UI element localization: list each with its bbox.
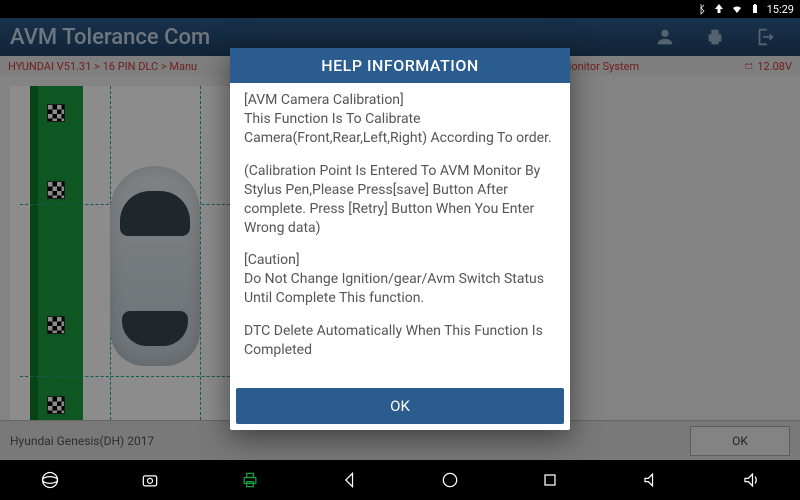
dialog-title: HELP INFORMATION	[230, 48, 570, 83]
camera-icon[interactable]	[130, 465, 170, 495]
dialog-ok-button[interactable]: OK	[236, 388, 564, 424]
volume-down-icon[interactable]	[630, 465, 670, 495]
back-icon[interactable]	[330, 465, 370, 495]
browser-icon[interactable]	[30, 465, 70, 495]
dialog-body: [AVM Camera Calibration] This Function I…	[230, 83, 570, 382]
battery-icon	[749, 3, 761, 15]
status-time: 15:29	[767, 3, 794, 16]
location-icon	[713, 3, 725, 15]
wifi-icon	[731, 3, 743, 15]
android-status-bar: 15:29	[0, 0, 800, 18]
help-paragraph: [AVM Camera Calibration] This Function I…	[244, 91, 556, 148]
volume-up-icon[interactable]	[730, 465, 770, 495]
help-paragraph: [Caution] Do Not Change Ignition/gear/Av…	[244, 251, 556, 308]
help-dialog: HELP INFORMATION [AVM Camera Calibration…	[230, 48, 570, 430]
bluetooth-icon	[695, 3, 707, 15]
home-icon[interactable]	[430, 465, 470, 495]
help-paragraph: DTC Delete Automatically When This Funct…	[244, 322, 556, 360]
modal-overlay: HELP INFORMATION [AVM Camera Calibration…	[0, 18, 800, 460]
help-paragraph: (Calibration Point Is Entered To AVM Mon…	[244, 162, 556, 238]
printer-icon[interactable]	[230, 465, 270, 495]
recent-icon[interactable]	[530, 465, 570, 495]
android-nav-bar	[0, 460, 800, 500]
